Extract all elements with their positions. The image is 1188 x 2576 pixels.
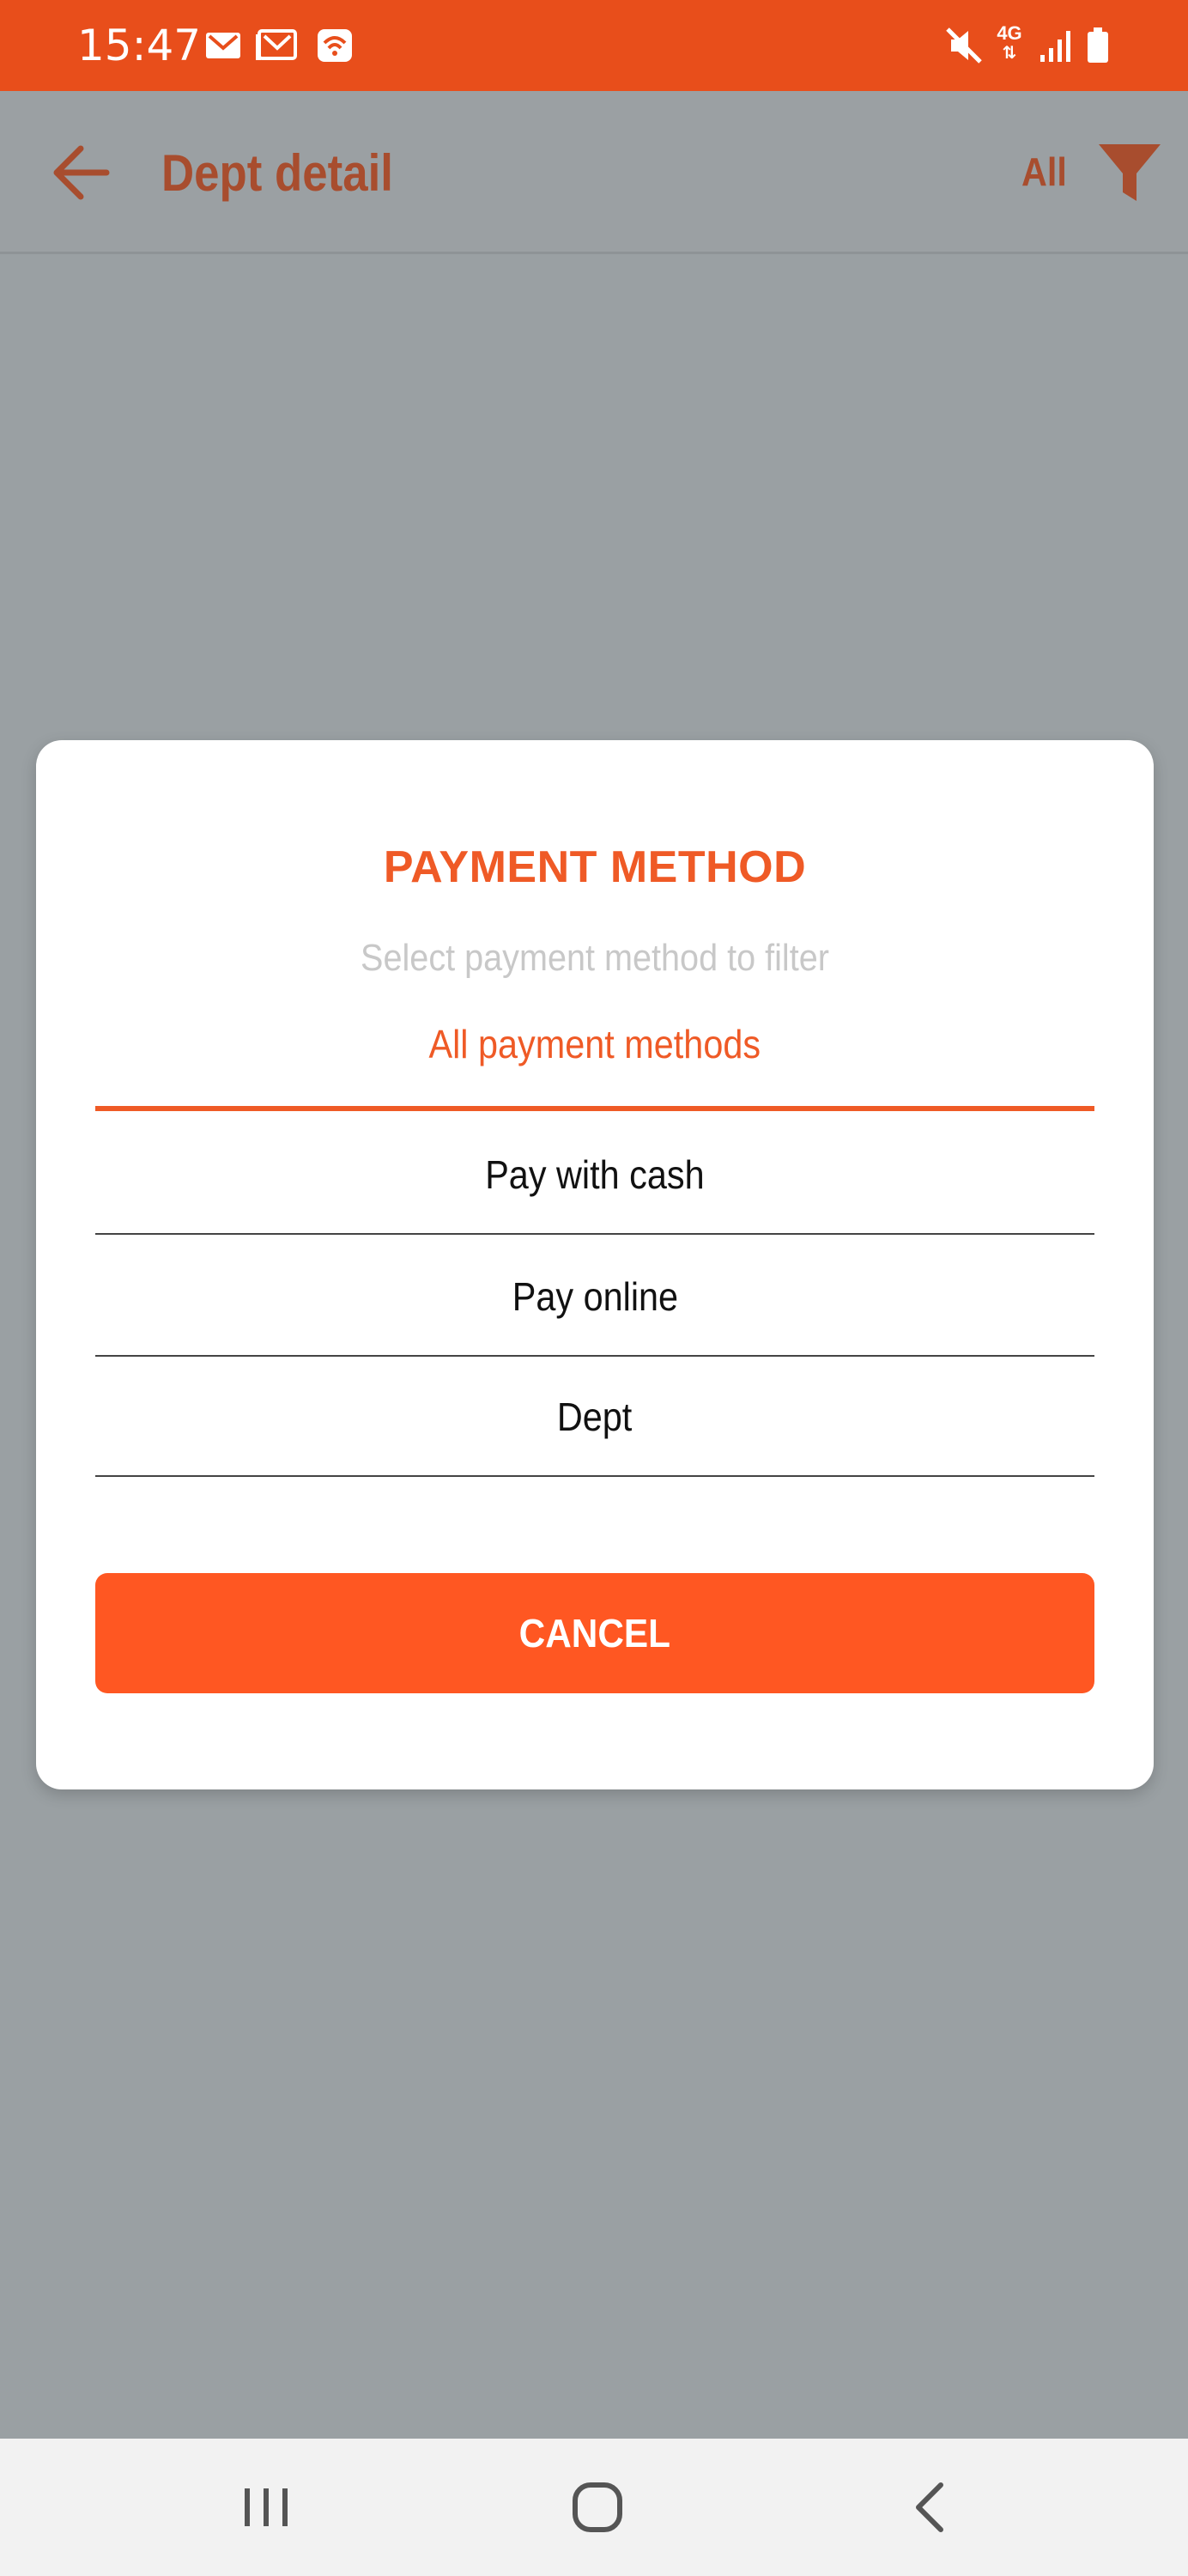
- gmail-outline-icon: [256, 29, 297, 60]
- option-label: Pay with cash: [485, 1152, 705, 1197]
- status-time: 15:47: [77, 21, 202, 70]
- dialog-subtitle: Select payment method to filter: [361, 937, 829, 979]
- gmail-icon: [206, 33, 240, 58]
- option-pay-online[interactable]: Pay online: [95, 1236, 1094, 1357]
- system-nav-bar: [0, 2439, 1188, 2576]
- page-title: Dept detail: [161, 144, 393, 202]
- filter-label[interactable]: All: [1021, 143, 1067, 201]
- mute-icon: [946, 27, 982, 64]
- wifi-calling-icon: [318, 29, 352, 62]
- option-all-payment-methods[interactable]: All payment methods: [95, 993, 1094, 1111]
- network-label: 4G: [997, 22, 1022, 44]
- arrow-left-icon[interactable]: [45, 134, 122, 211]
- back-icon[interactable]: [896, 2473, 965, 2542]
- option-label: Dept: [557, 1394, 633, 1439]
- status-bar: 15:47 4G ⇅: [0, 0, 1188, 91]
- option-label: Pay online: [512, 1274, 678, 1319]
- option-dept[interactable]: Dept: [95, 1357, 1094, 1477]
- cancel-button-label: CANCEL: [518, 1611, 671, 1656]
- signal-icon: [1040, 31, 1070, 62]
- cancel-button[interactable]: CANCEL: [95, 1573, 1094, 1693]
- app-bar: Dept detail All: [0, 91, 1188, 254]
- 4g-data-icon: 4G ⇅: [992, 24, 1027, 67]
- home-icon[interactable]: [563, 2473, 632, 2542]
- recent-apps-icon[interactable]: [232, 2473, 300, 2542]
- option-pay-with-cash[interactable]: Pay with cash: [95, 1115, 1094, 1235]
- battery-icon: [1088, 27, 1108, 63]
- funnel-icon[interactable]: [1095, 139, 1164, 208]
- payment-method-dialog: PAYMENT METHOD Select payment method to …: [36, 740, 1154, 1789]
- data-arrows-icon: ⇅: [1002, 44, 1017, 63]
- dialog-title: PAYMENT METHOD: [383, 842, 807, 892]
- option-label: All payment methods: [428, 1022, 761, 1066]
